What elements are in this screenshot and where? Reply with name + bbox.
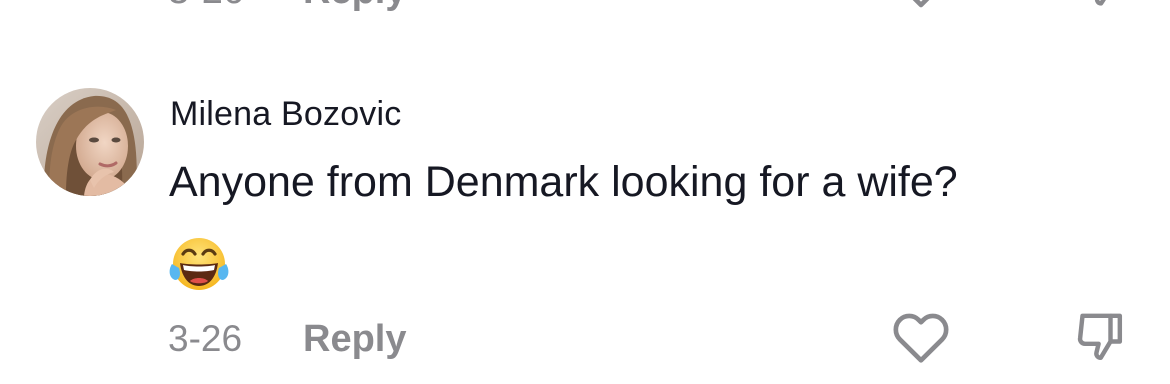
thumbs-down-icon[interactable]: [1072, 310, 1128, 366]
previous-comment-heart-icon[interactable]: [893, 0, 949, 12]
laughing-tears-emoji-icon: [169, 238, 229, 290]
previous-comment-actions: 3-26 Reply: [0, 0, 1170, 14]
comment-text: Anyone from Denmark looking for a wife?: [169, 158, 958, 206]
comment-username[interactable]: Milena Bozovic: [170, 95, 401, 134]
previous-comment-reply-button[interactable]: Reply: [303, 0, 406, 13]
comment-date: 3-26: [168, 318, 243, 359]
avatar[interactable]: [36, 88, 144, 196]
previous-comment-date: 3-26: [168, 0, 244, 13]
heart-icon[interactable]: [891, 310, 951, 364]
reply-button[interactable]: Reply: [303, 318, 406, 361]
previous-comment-thumbs-down-icon[interactable]: [1074, 0, 1126, 14]
avatar-photo: [36, 88, 144, 196]
